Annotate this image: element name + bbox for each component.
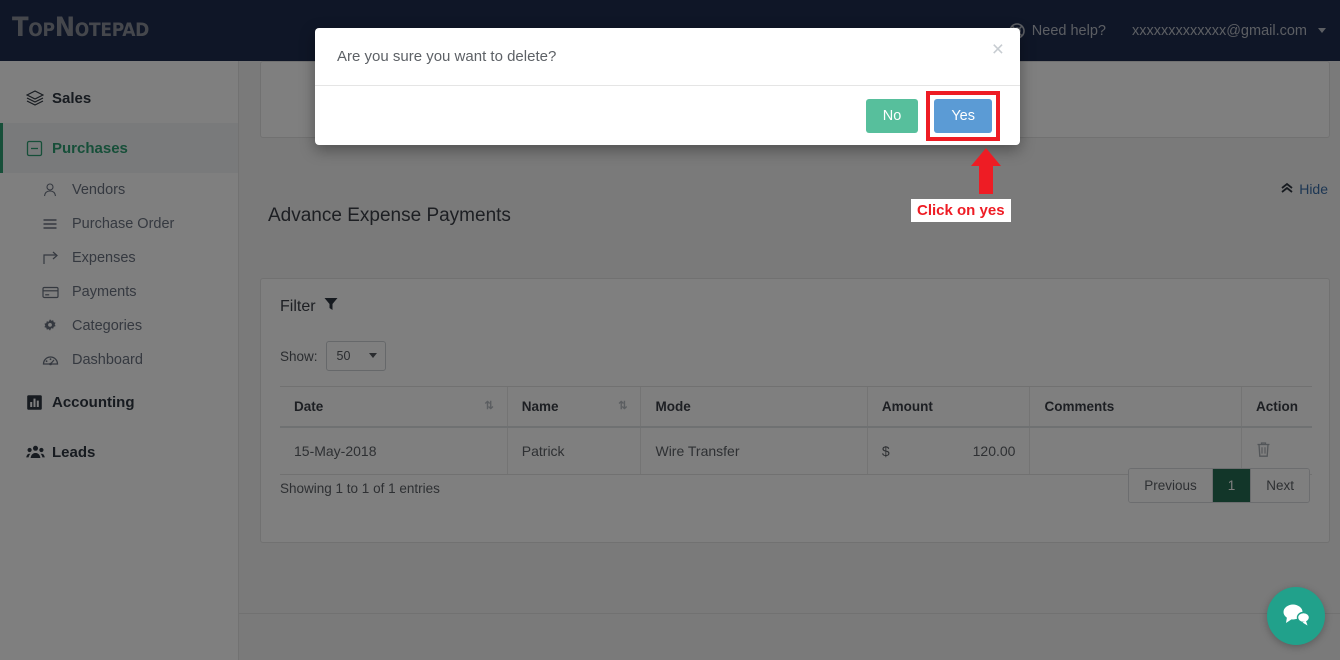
close-icon[interactable]: × [992, 39, 1004, 60]
modal-footer: No Yes [315, 86, 1020, 145]
annotation-label: Click on yes [911, 199, 1011, 222]
app-root: TopNotepad Need help? xxxxxxxxxxxxx@gmai… [0, 0, 1340, 660]
annotation-arrow [968, 146, 1004, 201]
chat-bubbles-icon [1281, 601, 1311, 632]
arrow-up-icon [971, 148, 1001, 194]
delete-confirm-modal: Are you sure you want to delete? × No Ye… [315, 28, 1020, 145]
modal-header: Are you sure you want to delete? × [315, 28, 1020, 86]
modal-message: Are you sure you want to delete? [337, 48, 557, 65]
yes-button[interactable]: Yes [934, 98, 992, 133]
no-button[interactable]: No [865, 98, 919, 133]
yes-button-highlight: Yes [926, 90, 1000, 141]
chat-support-button[interactable] [1267, 587, 1325, 645]
